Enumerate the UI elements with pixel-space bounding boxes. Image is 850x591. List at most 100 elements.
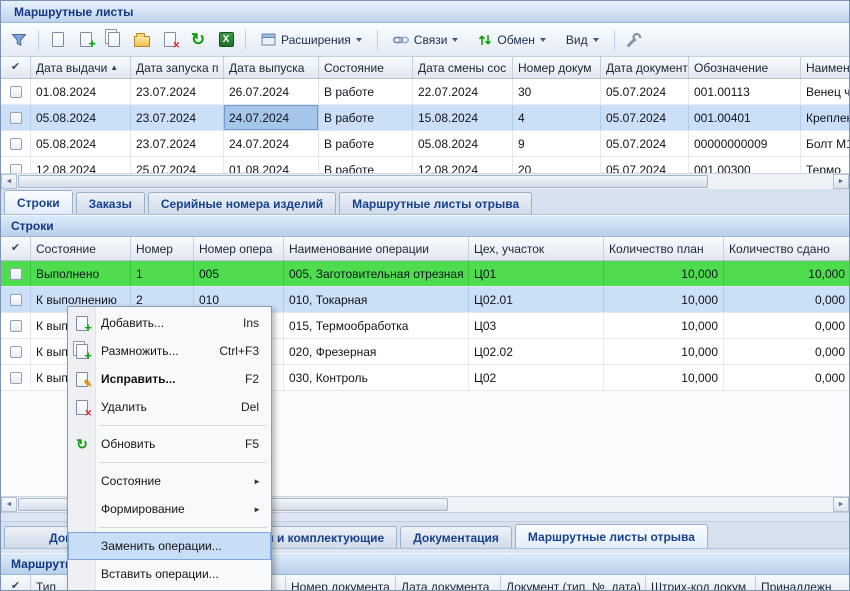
grid-cell[interactable]: 001.00300 [689,157,801,173]
tab[interactable]: Маршрутные листы отрыва [515,524,708,548]
grid-cell[interactable]: 30 [513,79,601,104]
table-row[interactable]: Выполнено1005005, Заготовительная отрезн… [1,261,849,287]
grid-cell[interactable]: 10,000 [604,287,724,312]
grid-cell[interactable]: Креплен [801,105,849,130]
scrollbar-track[interactable] [449,497,833,512]
grid-cell[interactable]: 05.07.2024 [601,105,689,130]
checkbox-cell[interactable] [1,105,31,130]
tab[interactable]: Серийные номера изделий [148,192,336,214]
column-header[interactable]: Обозначение [689,57,801,78]
grid-cell[interactable]: 030, Контроль [284,365,469,390]
grid-cell[interactable]: 10,000 [604,261,724,286]
column-header[interactable]: Номер документа [286,575,396,591]
grid-cell[interactable]: 0,000 [724,365,849,390]
grid-cell[interactable]: Венец ч [801,79,849,104]
grid-cell[interactable]: 020, Фрезерная [284,339,469,364]
tab[interactable]: Документация [400,526,512,548]
grid-cell[interactable]: 00000000009 [689,131,801,156]
menu-item[interactable]: УдалитьDel [68,393,271,421]
grid-cell[interactable]: В работе [319,131,413,156]
checkbox-cell[interactable] [1,131,31,156]
table-row[interactable]: 01.08.202423.07.202426.07.2024В работе22… [1,79,849,105]
grid-cell[interactable]: 005, Заготовительная отрезная [284,261,469,286]
grid-cell[interactable]: 23.07.2024 [131,79,224,104]
column-header[interactable]: Дата документа [396,575,501,591]
grid-cell[interactable]: В работе [319,157,413,173]
row-checkbox[interactable] [10,138,22,150]
menu-item[interactable]: Вставить операции... [68,560,271,588]
column-header[interactable]: Состояние [319,57,413,78]
grid-cell[interactable]: 015, Термообработка [284,313,469,338]
grid-cell[interactable]: 20 [513,157,601,173]
grid-cell[interactable]: 24.07.2024 [224,131,319,156]
grid-cell[interactable]: 05.08.2024 [31,105,131,130]
grid-cell[interactable]: 0,000 [724,287,849,312]
excel-export-button[interactable]: X [213,28,239,52]
column-header[interactable]: Дата запуска п [131,57,224,78]
grid-cell[interactable]: 23.07.2024 [131,105,224,130]
grid-cell[interactable]: 010, Токарная [284,287,469,312]
grid-cell[interactable]: 9 [513,131,601,156]
scrollbar-thumb[interactable] [18,175,708,188]
grid-cell[interactable]: 01.08.2024 [31,79,131,104]
checkbox-cell[interactable] [1,287,31,312]
top-grid-hscrollbar[interactable]: ◄ ► [1,173,849,189]
menu-item[interactable]: Состояние► [68,467,271,495]
menu-item[interactable]: Размножить...Ctrl+F3 [68,337,271,365]
grid-cell[interactable]: 005 [194,261,284,286]
grid-cell[interactable]: Ц03 [469,313,604,338]
grid-cell[interactable]: 4 [513,105,601,130]
grid-cell[interactable]: 26.07.2024 [224,79,319,104]
view-dropdown[interactable]: Вид [557,28,608,52]
menu-item[interactable]: Исправить...F2 [68,365,271,393]
grid-cell[interactable]: 001.00113 [689,79,801,104]
settings-button[interactable] [621,28,647,52]
scroll-right-icon[interactable]: ► [833,174,849,189]
grid-cell[interactable]: 05.07.2024 [601,79,689,104]
table-row[interactable]: 12.08.202425.07.202401.08.2024В работе12… [1,157,849,173]
grid-cell[interactable]: 0,000 [724,339,849,364]
column-header[interactable]: Номер докум [513,57,601,78]
column-header[interactable]: Наименование операции [284,237,469,260]
row-checkbox[interactable] [10,112,22,124]
column-header[interactable]: Дата смены сос [413,57,513,78]
row-checkbox[interactable] [10,86,22,98]
grid-cell[interactable]: 01.08.2024 [224,157,319,173]
grid-cell[interactable]: 22.07.2024 [413,79,513,104]
column-header[interactable]: Номер опера [194,237,284,260]
grid-cell[interactable]: В работе [319,105,413,130]
scroll-left-icon[interactable]: ◄ [1,497,17,512]
select-all-header[interactable]: ✔ [1,575,31,591]
grid-cell[interactable]: 12.08.2024 [31,157,131,173]
row-checkbox[interactable] [10,320,22,332]
tab[interactable]: Строки [4,190,73,214]
grid-cell[interactable]: 10,000 [604,313,724,338]
column-header[interactable]: Наимен [801,57,849,78]
column-header[interactable]: Количество план [604,237,724,260]
column-header[interactable]: Цех, участок [469,237,604,260]
grid-cell[interactable]: Выполнено [31,261,131,286]
checkbox-cell[interactable] [1,79,31,104]
new-doc-button[interactable] [45,28,71,52]
grid-cell[interactable]: Ц02 [469,365,604,390]
links-dropdown[interactable]: Связи [384,28,468,52]
grid-cell[interactable]: 25.07.2024 [131,157,224,173]
grid-cell[interactable]: 10,000 [604,365,724,390]
grid-cell[interactable]: 23.07.2024 [131,131,224,156]
grid-cell[interactable]: 24.07.2024 [224,105,319,130]
select-all-header[interactable]: ✔ [1,57,31,78]
checkbox-cell[interactable] [1,261,31,286]
grid-cell[interactable]: 05.07.2024 [601,131,689,156]
column-header[interactable]: Дата документа [601,57,689,78]
table-row[interactable]: 05.08.202423.07.202424.07.2024В работе05… [1,131,849,157]
column-header[interactable]: Дата выпуска [224,57,319,78]
column-header[interactable]: Штрих-код докум [646,575,756,591]
grid-cell[interactable]: Болт М1 [801,131,849,156]
grid-cell[interactable]: 15.08.2024 [413,105,513,130]
row-checkbox[interactable] [10,268,22,280]
grid-cell[interactable]: Термо [801,157,849,173]
grid-cell[interactable]: 10,000 [724,261,849,286]
grid-cell[interactable]: Ц02.02 [469,339,604,364]
menu-item[interactable]: Формирование► [68,495,271,523]
menu-item[interactable]: ↻ОбновитьF5 [68,430,271,458]
